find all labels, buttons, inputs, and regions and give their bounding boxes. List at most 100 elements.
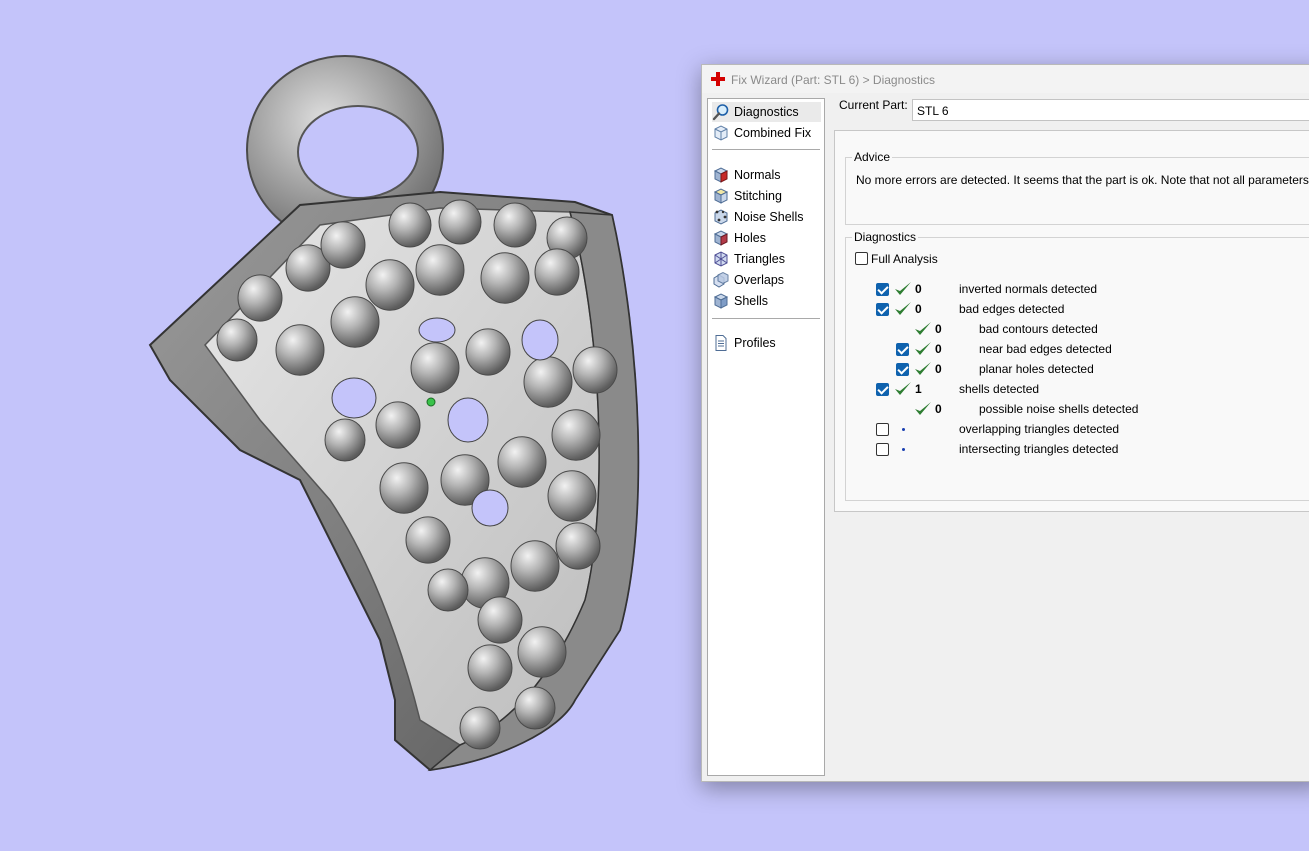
full-analysis-checkbox[interactable] (855, 252, 868, 265)
diagnostics-group: Diagnostics Full Analysis 0 inverted norm… (845, 230, 1309, 501)
nav-item-label: Diagnostics (734, 105, 799, 119)
model-bead (547, 470, 597, 522)
diagnostic-label: inverted normals detected (959, 282, 1098, 296)
diagnostic-label: bad edges detected (959, 302, 1065, 316)
diagnostic-count: 0 (915, 282, 922, 296)
diagnostics-title: Diagnostics (852, 230, 919, 244)
nav-item-label: Normals (734, 168, 781, 182)
nav-item-combined-fix[interactable]: Combined Fix (712, 123, 821, 143)
noise-shells-cube-icon (714, 209, 728, 225)
current-part-label: Current Part: (839, 98, 908, 112)
diagnostics-panel: Advice No more errors are detected. It s… (834, 130, 1309, 512)
nav-item-noise-shells[interactable]: Noise Shells (712, 207, 821, 227)
model-bead (480, 252, 530, 304)
wizard-navigation: Diagnostics Combined Fix Normals Stitchi… (707, 98, 825, 776)
model-bead (365, 259, 415, 311)
green-check-icon (895, 282, 911, 295)
nav-item-triangles[interactable]: Triangles (712, 249, 821, 269)
diagnostic-label: planar holes detected (979, 362, 1094, 376)
diagnostic-label: shells detected (959, 382, 1040, 396)
pending-status-icon (902, 428, 905, 431)
triangles-cube-icon (714, 251, 728, 267)
pending-status-icon (902, 448, 905, 451)
model-bead (572, 346, 618, 394)
diagnostic-label: near bad edges detected (979, 342, 1112, 356)
window-title: Fix Wizard (Part: STL 6) > Diagnostics (731, 73, 935, 87)
nav-item-label: Combined Fix (734, 126, 812, 140)
green-check-icon (915, 322, 931, 335)
model-hole (331, 377, 377, 419)
diagnostic-checkbox[interactable] (876, 383, 889, 396)
model-bead (216, 318, 258, 362)
nav-item-label: Overlaps (734, 273, 785, 287)
diagnostic-checkbox[interactable] (896, 343, 909, 356)
model-bead (237, 274, 283, 322)
model-bead (427, 568, 469, 612)
model-bead (510, 540, 560, 592)
diagnostic-checkbox[interactable] (876, 303, 889, 316)
model-hole (521, 319, 559, 361)
diagnostic-count: 0 (935, 402, 942, 416)
diagnostic-label: overlapping triangles detected (959, 422, 1120, 436)
nav-item-label: Shells (734, 294, 769, 308)
diagnostic-count: 0 (935, 342, 942, 356)
pivot-point[interactable] (426, 397, 436, 407)
document-icon (715, 335, 727, 351)
model-bead (467, 644, 513, 692)
holes-cube-icon (713, 230, 729, 246)
diagnostic-checkbox[interactable] (896, 363, 909, 376)
model-bead (493, 202, 537, 248)
stitching-cube-icon (713, 188, 729, 204)
current-part-field[interactable]: STL 6 (912, 99, 1309, 121)
model-bead (388, 202, 432, 248)
shells-cube-icon (713, 293, 729, 309)
diagnostic-checkbox[interactable] (876, 283, 889, 296)
model-bead (534, 248, 580, 296)
green-check-icon (915, 342, 931, 355)
magnifier-icon (712, 104, 729, 121)
nav-item-overlaps[interactable]: Overlaps (712, 270, 821, 290)
model-bead (375, 401, 421, 449)
3d-viewport[interactable] (0, 0, 700, 851)
nav-item-label: Stitching (734, 189, 782, 203)
diagnostic-checkbox[interactable] (876, 423, 889, 436)
nav-item-stitching[interactable]: Stitching (712, 186, 821, 206)
nav-item-diagnostics[interactable]: Diagnostics (712, 102, 821, 122)
diagnostic-count: 1 (915, 382, 922, 396)
green-check-icon (895, 382, 911, 395)
nav-item-holes[interactable]: Holes (712, 228, 821, 248)
nav-item-label: Triangles (734, 252, 785, 266)
model-bead (459, 706, 501, 750)
model-bead (324, 418, 366, 462)
model-bead (415, 244, 465, 296)
model-bead (410, 342, 460, 394)
nav-item-shells[interactable]: Shells (712, 291, 821, 311)
model-bead (320, 221, 366, 269)
full-analysis-label: Full Analysis (871, 252, 938, 266)
combined-fix-cube-icon (714, 125, 728, 141)
diagnostic-count: 0 (935, 322, 942, 336)
diagnostic-count: 0 (915, 302, 922, 316)
model-bead (497, 436, 547, 488)
bail-ring-hole (297, 105, 419, 199)
model-bead (514, 686, 556, 730)
red-cross-icon (711, 72, 725, 86)
model-bead (379, 462, 429, 514)
model-bead (517, 626, 567, 678)
current-part-value: STL 6 (917, 104, 949, 118)
model-hole (471, 489, 509, 527)
pendant-model[interactable] (0, 0, 700, 851)
nav-item-label: Noise Shells (734, 210, 804, 224)
model-bead (477, 596, 523, 644)
model-bead (523, 356, 573, 408)
nav-item-normals[interactable]: Normals (712, 165, 821, 185)
nav-divider (712, 149, 820, 150)
model-bead (555, 522, 601, 570)
nav-divider (712, 318, 820, 319)
diagnostic-label: intersecting triangles detected (959, 442, 1119, 456)
nav-item-profiles[interactable]: Profiles (712, 333, 821, 353)
diagnostic-checkbox[interactable] (876, 443, 889, 456)
diagnostic-label: possible noise shells detected (979, 402, 1139, 416)
title-bar[interactable]: Fix Wizard (Part: STL 6) > Diagnostics (702, 65, 1309, 93)
nav-item-label: Holes (734, 231, 766, 245)
